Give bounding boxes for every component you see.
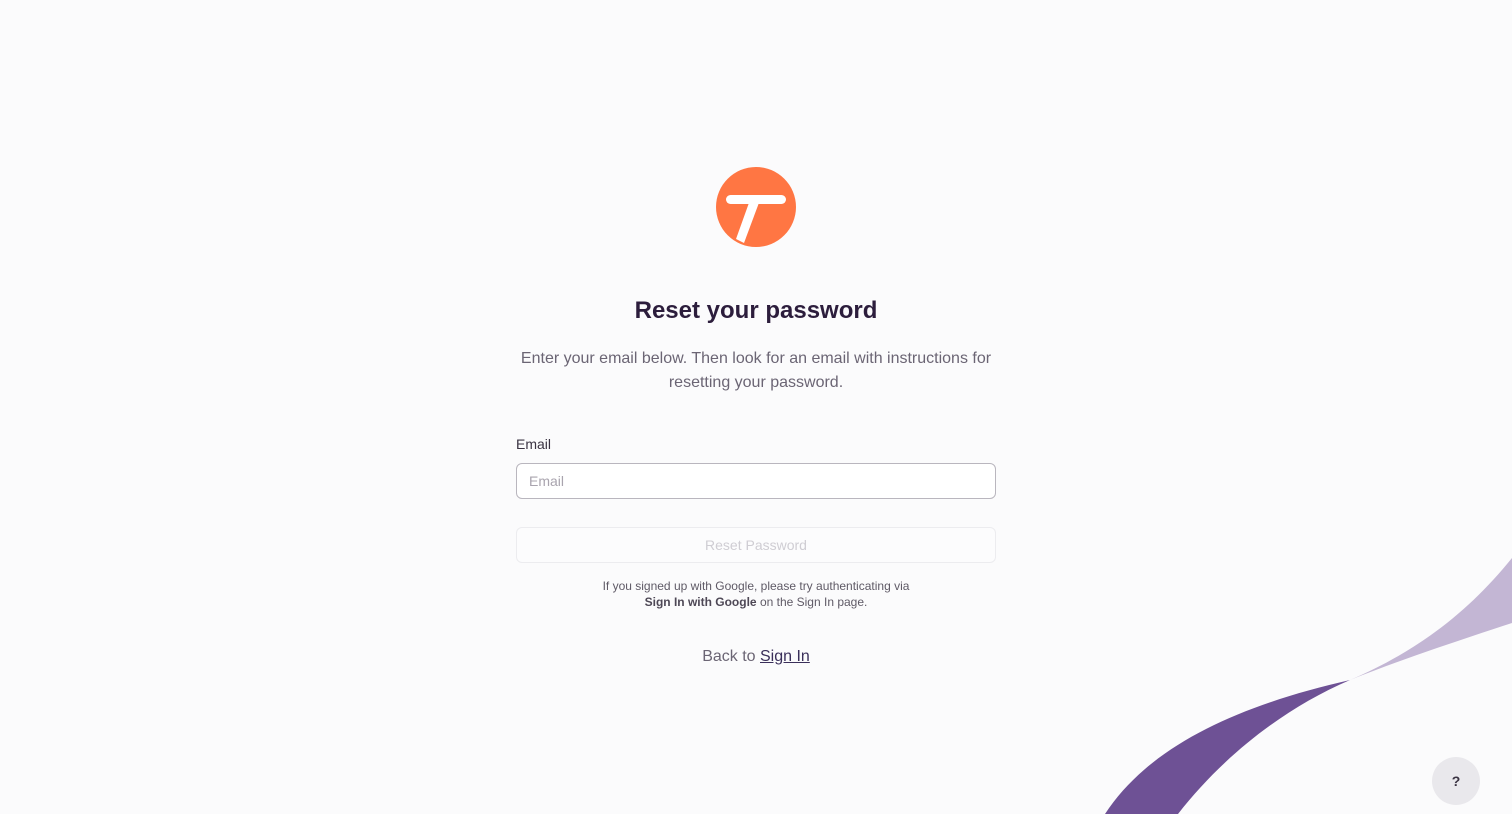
reset-password-button[interactable]: Reset Password (516, 527, 996, 563)
google-note-rest: on the Sign In page. (756, 595, 868, 609)
google-signin-note: If you signed up with Google, please try… (516, 578, 996, 610)
page-subtitle: Enter your email below. Then look for an… (520, 350, 992, 391)
back-prefix: Back to (702, 648, 760, 665)
help-icon[interactable]: ? (1432, 757, 1480, 805)
brand-t-logo-icon (716, 167, 796, 247)
back-to-signin: Back to Sign In (0, 648, 1512, 666)
email-field[interactable] (516, 463, 996, 499)
ribbon-dark-band (1105, 680, 1350, 814)
page-title: Reset your password (634, 297, 878, 324)
google-note-line1: If you signed up with Google, please try… (602, 579, 910, 593)
decorative-ribbon (1105, 558, 1512, 814)
email-label: Email (516, 436, 552, 452)
reset-password-page: Reset your password Enter your email bel… (0, 0, 1512, 814)
sign-in-link[interactable]: Sign In (760, 648, 810, 665)
google-note-bold: Sign In with Google (644, 595, 757, 609)
